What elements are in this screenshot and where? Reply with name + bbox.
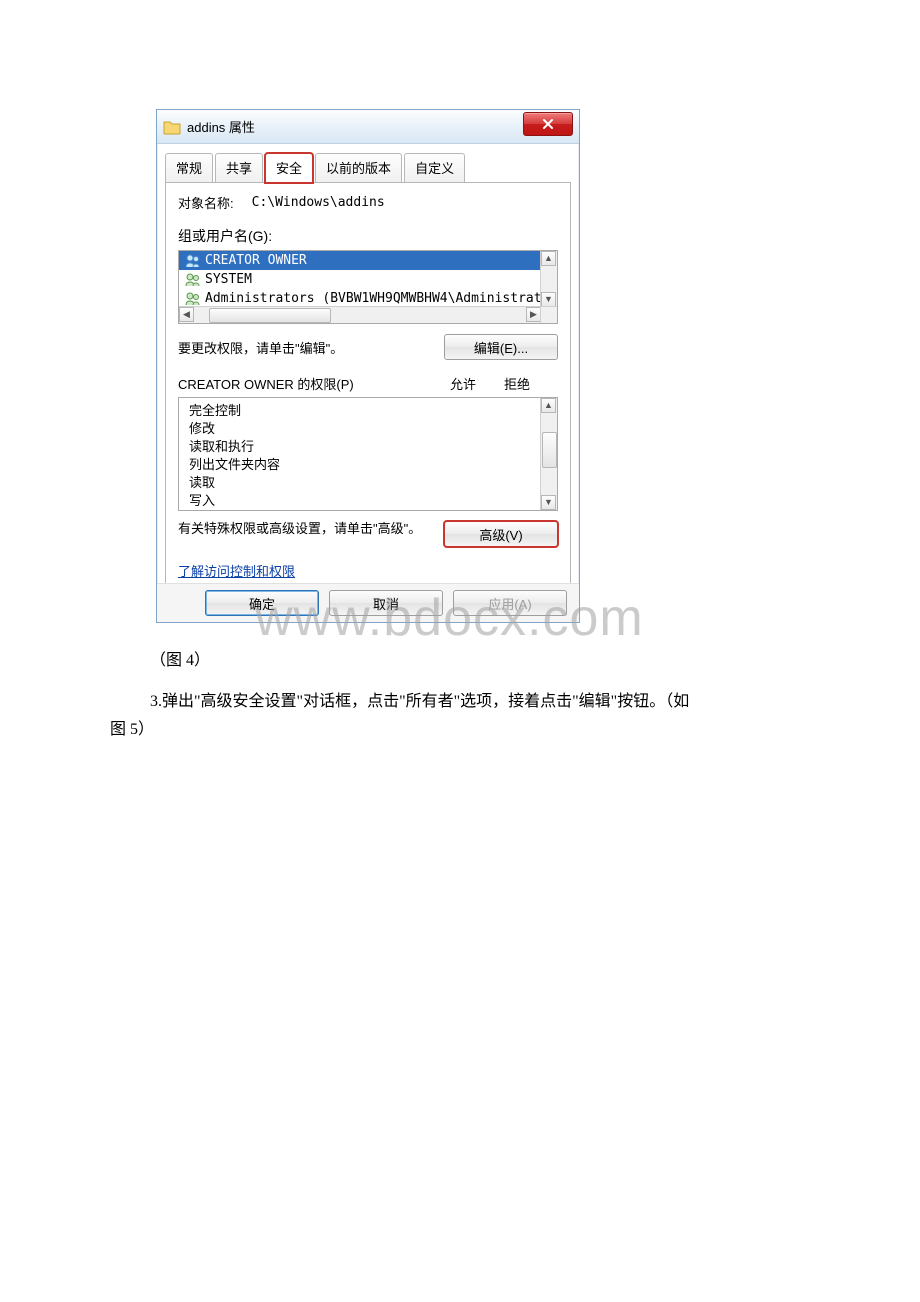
permissions-header: CREATOR OWNER 的权限(P): [178, 374, 354, 393]
vertical-scrollbar[interactable]: ▲ ▼: [540, 251, 557, 307]
tab-customize[interactable]: 自定义: [404, 153, 465, 183]
tab-sharing[interactable]: 共享: [215, 153, 263, 183]
edit-button[interactable]: 编辑(E)...: [444, 334, 558, 360]
scroll-down-icon[interactable]: ▼: [541, 495, 556, 510]
scroll-right-icon[interactable]: ▶: [526, 307, 541, 322]
permission-item: 修改: [189, 420, 537, 438]
scroll-corner: [540, 306, 557, 323]
users-icon: [185, 273, 201, 287]
folder-icon: [163, 119, 181, 135]
list-item-label: SYSTEM: [205, 272, 252, 287]
horizontal-scrollbar[interactable]: ◀ ▶: [179, 306, 541, 323]
ok-button[interactable]: 确定: [205, 590, 319, 616]
users-icon: [185, 254, 201, 268]
users-icon: [185, 292, 201, 306]
deny-header: 拒绝: [504, 374, 530, 393]
object-path: C:\Windows\addins: [252, 195, 385, 210]
dialog-button-bar: 确定 取消 应用(A): [157, 583, 579, 622]
scroll-down-icon[interactable]: ▼: [541, 292, 556, 307]
list-item[interactable]: CREATOR OWNER: [179, 251, 557, 270]
scroll-left-icon[interactable]: ◀: [179, 307, 194, 322]
help-link[interactable]: 了解访问控制和权限: [178, 561, 295, 580]
permission-item: 写入: [189, 492, 537, 510]
tab-security[interactable]: 安全: [265, 153, 313, 183]
scroll-thumb[interactable]: [542, 432, 557, 468]
instruction-line: 3.弹出"高级安全设置"对话框，点击"所有者"选项，接着点击"编辑"按钮。（如: [110, 688, 810, 716]
tab-strip: 常规 共享 安全 以前的版本 自定义: [157, 144, 579, 182]
permission-item: 列出文件夹内容: [189, 456, 537, 474]
edit-hint: 要更改权限，请单击"编辑"。: [178, 338, 343, 357]
groups-label: 组或用户名(G):: [178, 226, 558, 246]
permission-item: 完全控制: [189, 402, 537, 420]
instruction-text: 3.弹出"高级安全设置"对话框，点击"所有者"选项，接着点击"编辑"按钮。（如 …: [110, 688, 810, 744]
figure-caption: （图 4）: [150, 646, 210, 670]
list-item-label: CREATOR OWNER: [205, 253, 307, 268]
allow-header: 允许: [450, 374, 476, 393]
list-item-label: Administrators (BVBW1WH9QMWBHW4\Administ…: [205, 291, 558, 306]
scroll-up-icon[interactable]: ▲: [541, 251, 556, 266]
groups-listbox[interactable]: CREATOR OWNER SYSTEM Administrators (BVB…: [178, 250, 558, 324]
dialog-title: addins 属性: [187, 117, 255, 136]
permissions-listbox[interactable]: 完全控制 修改 读取和执行 列出文件夹内容 读取 写入 ▲ ▼: [178, 397, 558, 511]
permission-item: 读取和执行: [189, 438, 537, 456]
instruction-line: 图 5）: [110, 721, 154, 738]
cancel-button[interactable]: 取消: [329, 590, 443, 616]
scroll-thumb[interactable]: [209, 308, 331, 323]
advanced-hint: 有关特殊权限或高级设置，请单击"高级"。: [178, 521, 428, 537]
object-name-label: 对象名称:: [178, 193, 234, 212]
security-panel: 对象名称: C:\Windows\addins 组或用户名(G): CREATO…: [165, 182, 571, 604]
apply-button[interactable]: 应用(A): [453, 590, 567, 616]
vertical-scrollbar[interactable]: ▲ ▼: [540, 398, 557, 510]
close-button[interactable]: [523, 112, 573, 136]
list-item[interactable]: SYSTEM: [179, 270, 557, 289]
tab-general[interactable]: 常规: [165, 153, 213, 183]
titlebar[interactable]: addins 属性: [157, 110, 579, 144]
properties-dialog: addins 属性 常规 共享 安全 以前的版本 自定义 对象名称: C:\Wi…: [156, 109, 580, 623]
tab-previous-versions[interactable]: 以前的版本: [315, 153, 402, 183]
permission-item: 读取: [189, 474, 537, 492]
scroll-up-icon[interactable]: ▲: [541, 398, 556, 413]
advanced-button[interactable]: 高级(V): [444, 521, 558, 547]
